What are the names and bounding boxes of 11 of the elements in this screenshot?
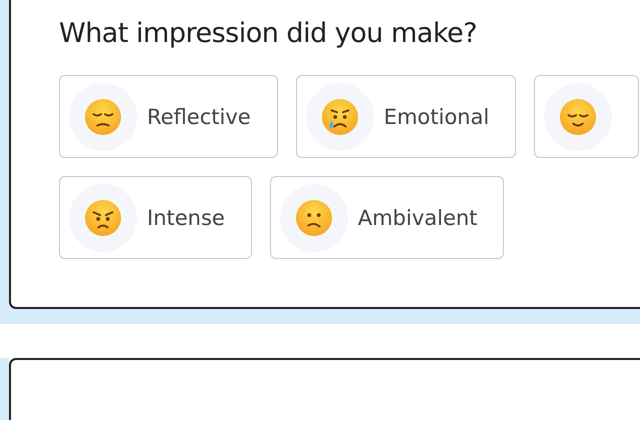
impression-option[interactable]: Intense <box>59 176 252 259</box>
pensive-face-icon <box>84 98 122 136</box>
confused-face-icon <box>294 198 333 236</box>
impression-option[interactable]: Ambivalent <box>270 176 504 259</box>
relieved-face-icon <box>559 98 598 136</box>
angry-face-icon <box>84 198 122 236</box>
impression-option[interactable] <box>534 75 640 158</box>
crying-face-icon <box>320 98 359 136</box>
question-title: What impression did you make? <box>59 18 478 49</box>
impression-option[interactable]: Reflective <box>59 75 278 158</box>
impression-option[interactable]: Emotional <box>296 75 516 158</box>
